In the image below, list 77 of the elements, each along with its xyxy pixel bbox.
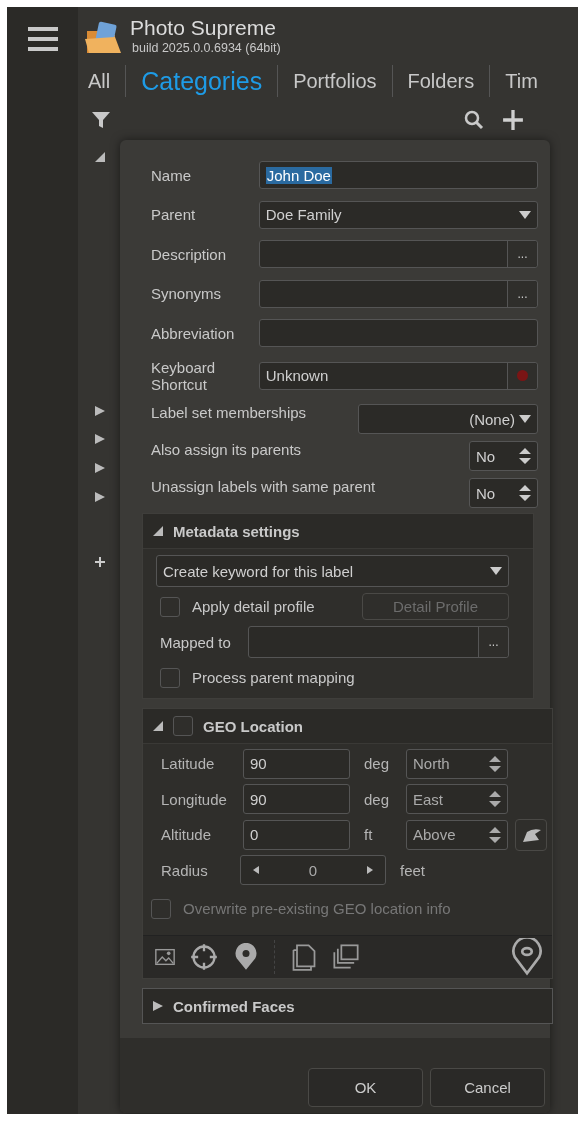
menu-icon[interactable] — [27, 27, 58, 51]
input-field[interactable]: 0 — [243, 819, 350, 850]
location-pin-icon[interactable] — [510, 938, 544, 976]
dropdown[interactable]: Doe Family — [258, 200, 538, 229]
collapse-icon[interactable] — [95, 152, 105, 162]
input-field[interactable]: 90 — [243, 748, 350, 779]
up-down-icon — [489, 755, 501, 772]
input-field[interactable]: John Doe — [258, 161, 538, 189]
caret-icon — [519, 210, 531, 219]
dropdown[interactable]: (None) — [358, 404, 538, 434]
tab[interactable]: Categories — [141, 66, 263, 96]
field-label: Abbreviation — [151, 324, 236, 342]
section-header[interactable]: GEO Location — [143, 709, 552, 744]
expand-icon[interactable] — [95, 463, 105, 473]
caret-icon — [519, 415, 531, 423]
field-label: Latitude — [161, 755, 216, 773]
section-header[interactable]: Metadata settings — [143, 514, 533, 549]
option-label: Unassign labels with same parent — [151, 478, 377, 495]
field-label: Radius — [161, 861, 209, 879]
up-down-icon — [519, 448, 531, 464]
spin-box[interactable]: No — [469, 441, 538, 471]
picture-icon[interactable] — [154, 946, 176, 968]
option-label: Also assign its parents — [151, 441, 303, 458]
field-label: Mapped to — [160, 633, 232, 651]
checkbox[interactable] — [160, 596, 180, 617]
field-label: Label set memberships — [151, 404, 308, 421]
input-field[interactable]: 90 — [243, 784, 350, 815]
stepper[interactable]: 0 — [240, 855, 386, 886]
field-label: Longitude — [161, 790, 228, 808]
section-header[interactable]: Confirmed Faces — [143, 989, 552, 1023]
expand-icon[interactable] — [95, 434, 105, 444]
build-label: build 2025.0.0.6934 (64bit) — [132, 41, 281, 55]
expand-icon[interactable] — [95, 492, 105, 502]
altitude-button[interactable] — [515, 818, 547, 851]
tab[interactable]: All — [88, 69, 111, 93]
tab[interactable]: Folders — [407, 69, 475, 93]
crosshair-icon[interactable] — [190, 943, 218, 971]
search-icon[interactable] — [464, 110, 484, 130]
field-label: Name — [151, 166, 192, 184]
field-label: Keyboard Shortcut — [151, 358, 217, 393]
app-title: Photo Supreme — [130, 15, 277, 41]
filter-icon[interactable] — [91, 110, 111, 130]
stacked-windows-icon[interactable] — [332, 943, 360, 971]
ok-button[interactable]: OK — [308, 1068, 423, 1107]
add-icon[interactable] — [502, 109, 524, 131]
unit-label: feet — [400, 861, 427, 879]
add-icon[interactable] — [95, 557, 105, 567]
field-label: Description — [151, 245, 228, 263]
checkbox[interactable] — [173, 716, 193, 736]
unit-label: deg — [364, 755, 391, 773]
caret-icon — [490, 567, 502, 575]
input-field[interactable] — [258, 319, 538, 347]
field-label: Altitude — [161, 826, 213, 844]
spin-box[interactable]: East — [406, 784, 508, 815]
spin-box[interactable]: No — [469, 478, 538, 508]
checkbox-label: Apply detail profile — [192, 598, 315, 615]
increase-icon — [367, 866, 373, 875]
field-label: Synonyms — [151, 285, 223, 302]
checkbox-label: Process parent mapping — [192, 669, 355, 686]
spin-box[interactable]: North — [406, 748, 508, 779]
checkbox-label: Overwrite pre-existing GEO location info — [183, 900, 451, 917]
up-down-icon — [519, 485, 531, 501]
unit-label: deg — [364, 790, 391, 808]
checkbox[interactable] — [160, 667, 180, 688]
expand-icon[interactable] — [95, 406, 105, 416]
field-label: Parent — [151, 206, 197, 223]
spin-box[interactable]: Above — [406, 819, 508, 850]
folder-photo-icon — [85, 21, 121, 55]
up-down-icon — [489, 791, 501, 808]
dropdown[interactable]: Create keyword for this label — [156, 555, 509, 587]
copy-icon[interactable] — [290, 943, 318, 971]
unit-label: ft — [364, 826, 374, 844]
tab[interactable]: Portfolios — [293, 69, 377, 93]
tab[interactable]: Tim — [505, 69, 538, 93]
decrease-icon — [253, 866, 259, 875]
up-down-icon — [489, 826, 501, 843]
cancel-button[interactable]: Cancel — [430, 1068, 545, 1107]
